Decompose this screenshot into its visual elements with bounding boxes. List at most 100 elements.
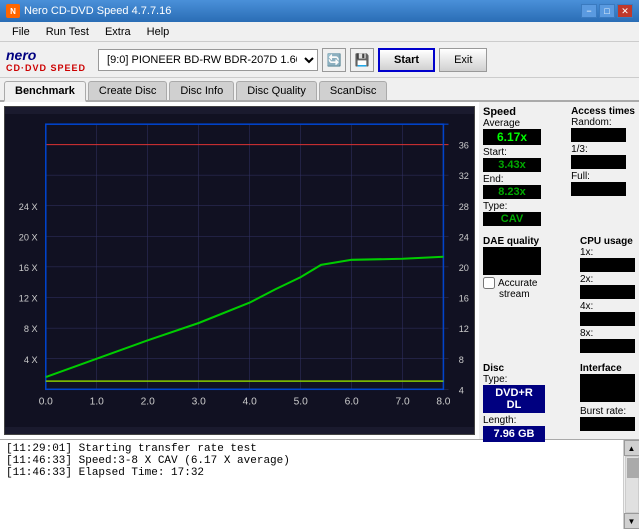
svg-text:24 X: 24 X bbox=[19, 202, 38, 212]
start-value: 3.43x bbox=[483, 158, 541, 172]
svg-text:8: 8 bbox=[459, 355, 464, 365]
type-label: Type: bbox=[483, 201, 541, 212]
stream-label: stream bbox=[499, 289, 541, 300]
log-scrollbar: ▲ ▼ bbox=[623, 440, 639, 529]
svg-text:4 X: 4 X bbox=[24, 355, 38, 365]
log-entry-1: [11:29:01] Starting transfer rate test bbox=[6, 443, 617, 455]
svg-text:12 X: 12 X bbox=[19, 294, 38, 304]
full-label: Full: bbox=[571, 171, 635, 182]
burst-label: Burst rate: bbox=[580, 406, 635, 417]
menu-file[interactable]: File bbox=[4, 24, 38, 40]
tab-disc-quality[interactable]: Disc Quality bbox=[236, 81, 317, 100]
dae-cpu-row: DAE quality Accurate stream CPU usage 1x… bbox=[483, 236, 635, 353]
exit-button[interactable]: Exit bbox=[439, 48, 487, 72]
interface-value bbox=[580, 374, 635, 402]
cpu-1x-value bbox=[580, 258, 635, 272]
full-value bbox=[571, 182, 626, 196]
cpu-4x-value bbox=[580, 312, 635, 326]
accurate-label: Accurate bbox=[498, 278, 537, 289]
type-value: CAV bbox=[483, 212, 541, 226]
svg-text:24: 24 bbox=[459, 232, 469, 242]
svg-text:12: 12 bbox=[459, 324, 469, 334]
interface-label: Interface bbox=[580, 363, 635, 374]
svg-text:5.0: 5.0 bbox=[294, 397, 308, 408]
svg-text:20: 20 bbox=[459, 263, 469, 273]
svg-text:20 X: 20 X bbox=[19, 232, 38, 242]
chart-area: 0.0 1.0 2.0 3.0 4.0 5.0 6.0 7.0 8.0 4 X … bbox=[4, 106, 475, 435]
disc-type-label: Type: bbox=[483, 374, 545, 385]
menubar: File Run Test Extra Help bbox=[0, 22, 639, 42]
speed-label: Speed bbox=[483, 106, 541, 118]
right-panel: Speed Average 6.17x Start: 3.43x End: 8.… bbox=[479, 102, 639, 439]
disc-section: Disc Type: DVD+R DL Length: 7.96 GB bbox=[483, 363, 545, 442]
nero-logo-bottom: CD·DVD SPEED bbox=[6, 63, 86, 73]
nero-logo-top: nero bbox=[6, 47, 36, 63]
cpu-4x-label: 4x: bbox=[580, 301, 635, 312]
cpu-1x-label: 1x: bbox=[580, 247, 635, 258]
average-value: 6.17x bbox=[483, 129, 541, 145]
tab-disc-info[interactable]: Disc Info bbox=[169, 81, 234, 100]
close-button[interactable]: ✕ bbox=[617, 4, 633, 18]
svg-text:8.0: 8.0 bbox=[436, 397, 450, 408]
svg-text:7.0: 7.0 bbox=[396, 397, 410, 408]
cpu-label: CPU usage bbox=[580, 236, 635, 247]
dae-value bbox=[483, 247, 541, 275]
log-area: [11:29:01] Starting transfer rate test [… bbox=[0, 439, 639, 529]
end-value: 8.23x bbox=[483, 185, 541, 199]
one-third-label: 1/3: bbox=[571, 144, 635, 155]
menu-run-test[interactable]: Run Test bbox=[38, 24, 97, 40]
cpu-8x-value bbox=[580, 339, 635, 353]
scroll-down-button[interactable]: ▼ bbox=[624, 513, 639, 529]
disc-interface-row: Disc Type: DVD+R DL Length: 7.96 GB Inte… bbox=[483, 363, 635, 442]
minimize-button[interactable]: − bbox=[581, 4, 597, 18]
disc-label: Disc bbox=[483, 363, 545, 374]
accurate-stream-checkbox[interactable] bbox=[483, 277, 495, 289]
access-label: Access times bbox=[571, 106, 635, 117]
one-third-value bbox=[571, 155, 626, 169]
cpu-2x-label: 2x: bbox=[580, 274, 635, 285]
menu-help[interactable]: Help bbox=[139, 24, 178, 40]
svg-text:32: 32 bbox=[459, 171, 469, 181]
access-section: Access times Random: 1/3: Full: bbox=[571, 106, 635, 196]
svg-text:36: 36 bbox=[459, 141, 469, 151]
svg-text:4: 4 bbox=[459, 385, 464, 395]
maximize-button[interactable]: □ bbox=[599, 4, 615, 18]
cpu-section: CPU usage 1x: 2x: 4x: 8x: bbox=[580, 236, 635, 353]
drive-select[interactable]: [9:0] PIONEER BD-RW BDR-207D 1.60 bbox=[98, 49, 318, 71]
scroll-track bbox=[625, 456, 639, 513]
start-button[interactable]: Start bbox=[378, 48, 435, 72]
speed-section: Speed Average 6.17x Start: 3.43x End: 8.… bbox=[483, 106, 541, 226]
scroll-thumb[interactable] bbox=[627, 458, 639, 478]
main-content: 0.0 1.0 2.0 3.0 4.0 5.0 6.0 7.0 8.0 4 X … bbox=[0, 102, 639, 439]
svg-text:4.0: 4.0 bbox=[243, 397, 257, 408]
cpu-8x-label: 8x: bbox=[580, 328, 635, 339]
svg-text:8 X: 8 X bbox=[24, 324, 38, 334]
disc-type-value: DVD+R DL bbox=[483, 385, 545, 413]
svg-text:16: 16 bbox=[459, 294, 469, 304]
titlebar: N Nero CD-DVD Speed 4.7.7.16 − □ ✕ bbox=[0, 0, 639, 22]
svg-text:28: 28 bbox=[459, 202, 469, 212]
dae-label: DAE quality bbox=[483, 236, 541, 247]
dae-section: DAE quality Accurate stream bbox=[483, 236, 541, 300]
tab-benchmark[interactable]: Benchmark bbox=[4, 81, 86, 102]
tab-scandisc[interactable]: ScanDisc bbox=[319, 81, 387, 100]
scroll-up-button[interactable]: ▲ bbox=[624, 440, 639, 456]
svg-text:16 X: 16 X bbox=[19, 263, 38, 273]
interface-section: Interface Burst rate: bbox=[580, 363, 635, 431]
speed-access-row: Speed Average 6.17x Start: 3.43x End: 8.… bbox=[483, 106, 635, 226]
toolbar: nero CD·DVD SPEED [9:0] PIONEER BD-RW BD… bbox=[0, 42, 639, 78]
start-label: Start: bbox=[483, 147, 541, 158]
menu-extra[interactable]: Extra bbox=[97, 24, 139, 40]
random-label: Random: bbox=[571, 117, 635, 128]
svg-text:0.0: 0.0 bbox=[39, 397, 53, 408]
tab-create-disc[interactable]: Create Disc bbox=[88, 81, 167, 100]
svg-text:3.0: 3.0 bbox=[192, 397, 206, 408]
log-entry-2: [11:46:33] Speed:3-8 X CAV (6.17 X avera… bbox=[6, 455, 617, 467]
chart-svg: 0.0 1.0 2.0 3.0 4.0 5.0 6.0 7.0 8.0 4 X … bbox=[5, 107, 474, 434]
app-icon: N bbox=[6, 4, 20, 18]
refresh-button[interactable]: 🔄 bbox=[322, 48, 346, 72]
end-label: End: bbox=[483, 174, 541, 185]
nero-logo: nero CD·DVD SPEED bbox=[6, 47, 86, 73]
save-button[interactable]: 💾 bbox=[350, 48, 374, 72]
svg-text:2.0: 2.0 bbox=[141, 397, 155, 408]
